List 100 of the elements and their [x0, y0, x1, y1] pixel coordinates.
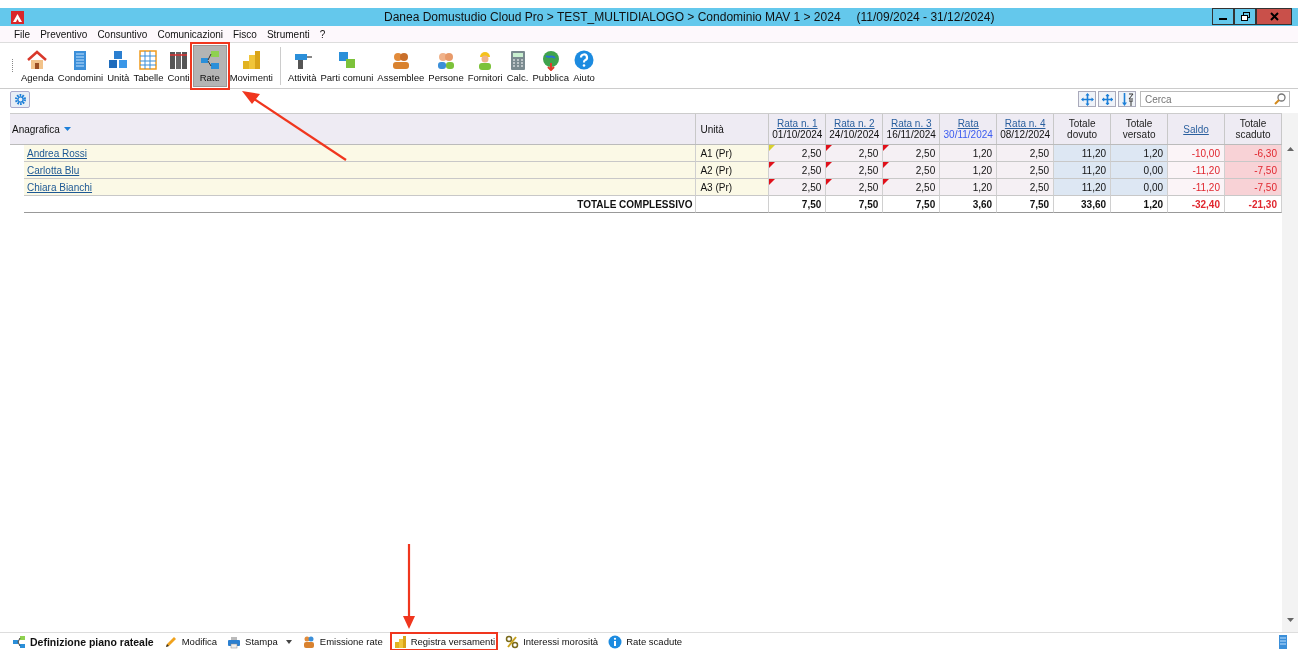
settings-button[interactable] [10, 90, 30, 108]
table-cell: 0,00 [1111, 179, 1169, 196]
action-button[interactable]: Stampa [225, 633, 294, 650]
house-icon [26, 48, 49, 71]
toolbar-button[interactable]: Persone [427, 44, 465, 87]
toolbar-button[interactable]: Conti [166, 44, 191, 87]
toolbar-button[interactable]: Agenda [20, 44, 55, 87]
search-field[interactable]: Cerca [1140, 91, 1290, 107]
column-header-link[interactable]: Saldo [1183, 123, 1209, 135]
sort-icon [1120, 92, 1134, 106]
help-icon [573, 48, 595, 71]
table-cell: -7,50 [1225, 179, 1282, 196]
total-label: TOTALE COMPLESSIVO [577, 198, 693, 210]
scroll-up-icon [1286, 147, 1294, 151]
table-cell: -7,50 [1225, 162, 1282, 179]
table-cell: 2,50 [826, 179, 884, 196]
toolbar-button[interactable]: Fornitori [466, 44, 504, 87]
toolbar-button[interactable]: Rate [192, 44, 227, 87]
menu-item[interactable]: Consuntivo [97, 28, 148, 40]
table-cell: 2,50 [883, 145, 941, 162]
toolbar-button[interactable]: Assemblee [376, 44, 426, 87]
restore-button[interactable] [1234, 8, 1256, 25]
table-cell: 1,20 [940, 145, 998, 162]
table-cell: 2,50 [769, 162, 827, 179]
menu-item[interactable]: ? [319, 28, 326, 40]
total-cell: 7,50 [826, 196, 884, 213]
action-button[interactable]: Registra versamenti [390, 633, 498, 650]
table-cell: 2,50 [826, 162, 884, 179]
action-button[interactable]: Rate scadute [606, 633, 685, 650]
action-button[interactable]: Modifica [161, 633, 220, 650]
table-cell: 1,20 [940, 162, 998, 179]
building-icon [1278, 634, 1288, 649]
window-period: (11/09/2024 - 31/12/2024) [856, 10, 995, 24]
toolbar-button[interactable]: Pubblica [531, 44, 570, 87]
cubes-icon [107, 48, 130, 71]
toolbar-button[interactable]: Parti comuni [319, 44, 375, 87]
toolbar-button[interactable]: Tabelle [132, 44, 165, 87]
person-link[interactable]: Andrea Rossi [27, 147, 87, 159]
toolbar-button[interactable]: Unità [106, 44, 131, 87]
scroll-down-icon [1286, 618, 1294, 622]
toolbar-button[interactable]: Aiuto [572, 44, 596, 87]
menu-item[interactable]: File [14, 28, 31, 40]
expand-button[interactable] [1078, 91, 1096, 107]
sort-button[interactable] [1118, 91, 1136, 107]
table-cell: 2,50 [826, 145, 884, 162]
menu-item[interactable]: Fisco [233, 28, 257, 40]
toolbar-button[interactable]: Movimenti [228, 44, 274, 87]
table-cell: -11,20 [1168, 179, 1225, 196]
table-cell: -10,00 [1168, 145, 1225, 162]
move-arrows-icon [1100, 92, 1114, 106]
column-header-link[interactable]: Rata n. 2 [834, 118, 875, 129]
table-cell: 2,50 [883, 162, 941, 179]
column-header-link[interactable]: Rata n. 3 [890, 118, 932, 129]
action-button[interactable]: Definizione piano rateale [10, 633, 156, 650]
nodes-icon [12, 634, 26, 649]
column-header[interactable]: Anagrafica [10, 114, 697, 144]
menu-item[interactable]: Preventivo [40, 28, 88, 40]
settings-icon [13, 92, 27, 106]
table-cell: A2 (Pr) [696, 162, 770, 179]
app-logo-icon [11, 10, 24, 24]
column-header-link[interactable]: Rata n. 4 [1004, 118, 1046, 129]
toolbar-button[interactable]: Calc. [505, 44, 530, 87]
total-cell: 33,60 [1054, 196, 1112, 213]
coins-icon [240, 48, 263, 71]
column-header-link[interactable]: Rata [957, 118, 979, 129]
table-cell: 11,20 [1054, 179, 1112, 196]
column-header: Totale scaduto [1234, 118, 1272, 140]
person-link[interactable]: Chiara Bianchi [27, 181, 93, 193]
percent-icon [505, 634, 520, 649]
menu-item[interactable]: Strumenti [266, 28, 310, 40]
table-cell: 2,50 [883, 179, 941, 196]
total-cell: 3,60 [940, 196, 998, 213]
toolbar-button[interactable]: Condomini [56, 44, 105, 87]
table-cell: 2,50 [997, 145, 1055, 162]
close-button[interactable] [1256, 8, 1292, 25]
table-cell: A3 (Pr) [696, 179, 770, 196]
total-cell: -32,40 [1168, 196, 1225, 213]
column-header: Totale versato [1121, 118, 1157, 140]
table-cell: 2,50 [997, 162, 1055, 179]
printer-icon [227, 634, 242, 649]
column-header-link[interactable]: Rata n. 1 [777, 118, 818, 129]
coins-icon [392, 634, 407, 649]
move-arrows-icon [1080, 92, 1094, 106]
person-link[interactable]: Carlotta Blu [27, 164, 80, 176]
grid-icon [137, 48, 160, 71]
minimize-button[interactable] [1212, 8, 1234, 25]
toolbar-grip-icon [11, 58, 14, 73]
table-cell: -6,30 [1225, 145, 1282, 162]
restore-icon [1240, 12, 1250, 21]
total-cell: 7,50 [883, 196, 941, 213]
collapse-button[interactable] [1098, 91, 1116, 107]
pencil-icon [163, 634, 178, 649]
action-button[interactable]: Emissione rate [299, 633, 385, 650]
table-cell: 1,20 [940, 179, 998, 196]
dropdown-caret-icon [63, 127, 71, 131]
total-cell: 7,50 [997, 196, 1055, 213]
toolbar-button[interactable]: Attività [286, 44, 318, 87]
menu-item[interactable]: Comunicazioni [157, 28, 223, 40]
scrollbar[interactable] [1282, 113, 1298, 632]
action-button[interactable]: Interessi morosità [503, 633, 601, 650]
